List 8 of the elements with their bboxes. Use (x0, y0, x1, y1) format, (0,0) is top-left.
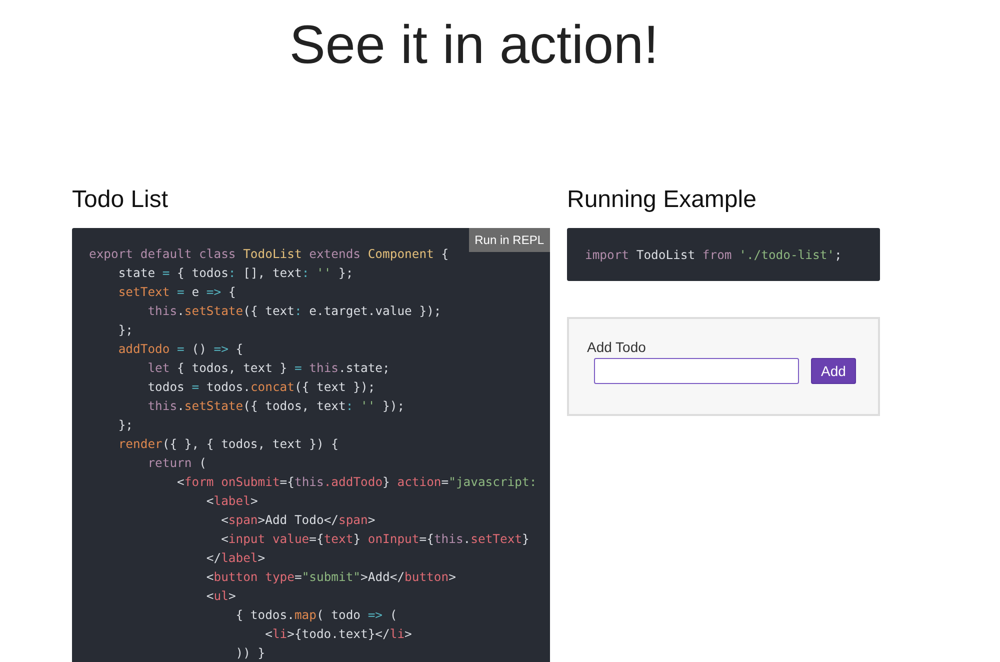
todo-input-field[interactable] (594, 358, 799, 384)
code-block: import TodoList from './todo-list'; (567, 228, 880, 281)
page-title: See it in action! (288, 14, 660, 77)
section-heading: Running Example (567, 186, 758, 214)
section-heading: Todo List (72, 186, 170, 214)
add-button[interactable]: Add (811, 358, 856, 384)
run-in-repl-button[interactable]: Run in REPL (468, 228, 550, 252)
field-label: Add Todo (587, 339, 647, 355)
